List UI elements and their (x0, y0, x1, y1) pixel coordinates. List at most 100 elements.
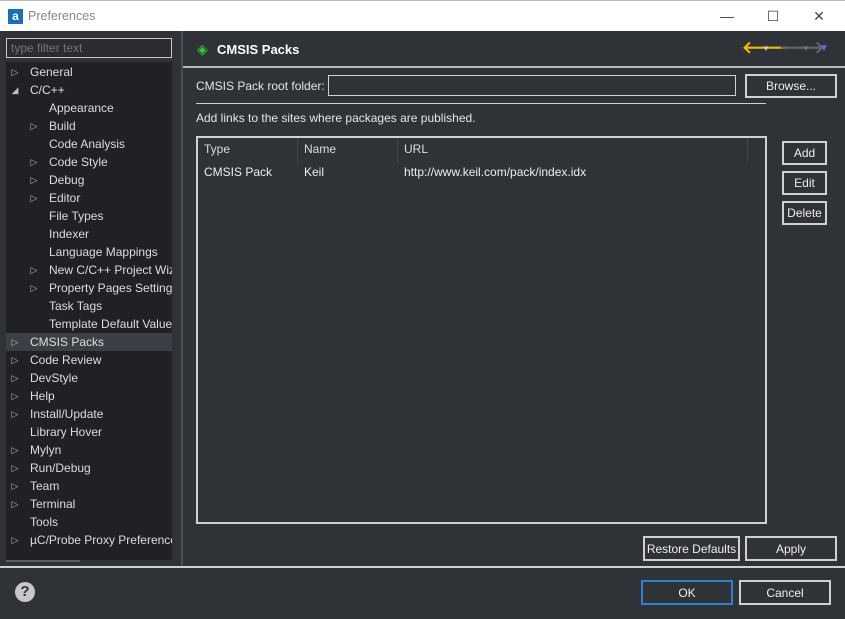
forward-dropdown-icon[interactable]: ▼ (802, 44, 810, 53)
tree-item[interactable]: Language Mappings (6, 243, 172, 261)
filter-input[interactable] (6, 38, 172, 58)
tree-item-label: Team (30, 479, 60, 493)
browse-button[interactable]: Browse... (745, 74, 837, 98)
tree-item[interactable]: ▷ Property Pages Settings (6, 279, 172, 297)
tree-item[interactable]: ▷ Team (6, 477, 172, 495)
tree-item-label: Property Pages Settings (49, 281, 172, 295)
tree-item[interactable]: File Types (6, 207, 172, 225)
tree-item-label: File Types (49, 209, 104, 223)
splitter[interactable] (181, 31, 183, 566)
tree-item-label: CMSIS Packs (30, 335, 105, 349)
app-icon: a (8, 9, 23, 24)
tree-item[interactable]: ▷ DevStyle (6, 369, 172, 387)
cmsis-pack-icon: ◈ (197, 41, 208, 57)
tree-item[interactable]: ▷ µC/Probe Proxy Preferences (6, 531, 172, 549)
collapsed-arrow-icon[interactable]: ▷ (10, 441, 20, 459)
cell-url: http://www.keil.com/pack/index.idx (404, 165, 587, 179)
preference-tree: ▷ General ◢ C/C++ Appearance ▷ Build Code Analy… (6, 62, 172, 560)
tree-item[interactable]: ▷ Run/Debug (6, 459, 172, 477)
collapsed-arrow-icon[interactable]: ▷ (10, 495, 20, 513)
maximize-button[interactable]: ☐ (750, 5, 796, 29)
tree-item-label: Code Style (49, 155, 108, 169)
collapsed-arrow-icon[interactable]: ▷ (10, 333, 20, 351)
collapsed-arrow-icon[interactable]: ▷ (29, 261, 39, 279)
tree-item-label: Mylyn (30, 443, 62, 457)
close-button[interactable]: ✕ (796, 5, 842, 29)
tree-item[interactable]: ▷ Mylyn (6, 441, 172, 459)
tree-item-label: Indexer (49, 227, 90, 241)
tree-item[interactable]: ▷ General (6, 63, 172, 81)
tree-item[interactable]: ▷ Terminal (6, 495, 172, 513)
ok-button[interactable]: OK (641, 580, 733, 605)
tree-item[interactable]: Code Analysis (6, 135, 172, 153)
back-dropdown-icon[interactable]: ▼ (762, 44, 770, 53)
tree-item[interactable]: ▷ Debug (6, 171, 172, 189)
header-divider (183, 66, 845, 68)
cell-name: Keil (304, 165, 325, 179)
collapsed-arrow-icon[interactable]: ▷ (10, 387, 20, 405)
column-header-name[interactable]: Name (298, 138, 398, 162)
delete-button[interactable]: Delete (782, 201, 827, 225)
collapsed-arrow-icon[interactable]: ▷ (10, 63, 20, 81)
tree-item-label: Library Hover (30, 425, 103, 439)
tree-item[interactable]: Library Hover (6, 423, 172, 441)
tree-item-label: Code Review (30, 353, 102, 367)
tree-item-label: Terminal (30, 497, 76, 511)
root-folder-input[interactable] (328, 75, 736, 96)
tree-item[interactable]: Tools (6, 513, 172, 531)
collapsed-arrow-icon[interactable]: ▷ (29, 171, 39, 189)
tree-item[interactable]: ◢ C/C++ (6, 81, 172, 99)
tree-item-label: Debug (49, 173, 85, 187)
cell-type: CMSIS Pack (204, 165, 273, 179)
tree-item[interactable]: Indexer (6, 225, 172, 243)
tree-item-label: Install/Update (30, 407, 104, 421)
collapsed-arrow-icon[interactable]: ▷ (10, 459, 20, 477)
tree-item-label: General (30, 65, 73, 79)
add-button[interactable]: Add (782, 141, 827, 165)
tree-item-label: Appearance (49, 101, 114, 115)
tree-item-label: DevStyle (30, 371, 79, 385)
minimize-button[interactable]: — (704, 5, 750, 29)
window-title: Preferences (28, 9, 96, 23)
collapsed-arrow-icon[interactable]: ▷ (10, 531, 20, 549)
tree-item[interactable]: ▷ CMSIS Packs (6, 333, 172, 351)
tree-item[interactable]: ▷ Install/Update (6, 405, 172, 423)
restore-defaults-button[interactable]: Restore Defaults (643, 536, 740, 561)
tree-item-label: Language Mappings (49, 245, 158, 259)
tree-item[interactable]: ▷ Editor (6, 189, 172, 207)
collapsed-arrow-icon[interactable]: ▷ (10, 369, 20, 387)
tree-item[interactable]: ▷ Help (6, 387, 172, 405)
tree-item[interactable]: ▷ Build (6, 117, 172, 135)
tree-item[interactable]: ▷ Code Review (6, 351, 172, 369)
collapsed-arrow-icon[interactable]: ▷ (29, 279, 39, 297)
tree-item-label: Tools (30, 515, 59, 529)
tree-scrollbar[interactable] (6, 560, 80, 562)
collapsed-arrow-icon[interactable]: ▷ (29, 189, 39, 207)
column-header-type[interactable]: Type (198, 138, 298, 162)
sites-table[interactable]: Type Name URL CMSIS Pack Keil http://www… (196, 136, 767, 524)
tree-item-label: Help (30, 389, 55, 403)
title-bar: a Preferences — ☐ ✕ (0, 0, 845, 31)
expanded-arrow-icon[interactable]: ◢ (10, 81, 20, 99)
cancel-button[interactable]: Cancel (739, 580, 831, 605)
edit-button[interactable]: Edit (782, 171, 827, 195)
tree-item-label: Template Default Values (49, 317, 172, 331)
root-folder-label: CMSIS Pack root folder: (196, 79, 325, 93)
apply-button[interactable]: Apply (745, 536, 837, 561)
tree-item-label: C/C++ (30, 83, 65, 97)
view-menu-icon[interactable]: ▼ (819, 43, 829, 54)
tree-item[interactable]: ▷ New C/C++ Project Wizard (6, 261, 172, 279)
collapsed-arrow-icon[interactable]: ▷ (10, 351, 20, 369)
tree-item[interactable]: Appearance (6, 99, 172, 117)
separator (196, 103, 766, 104)
collapsed-arrow-icon[interactable]: ▷ (29, 117, 39, 135)
tree-item-label: Editor (49, 191, 81, 205)
collapsed-arrow-icon[interactable]: ▷ (10, 477, 20, 495)
collapsed-arrow-icon[interactable]: ▷ (10, 405, 20, 423)
tree-item[interactable]: Template Default Values (6, 315, 172, 333)
tree-item[interactable]: Task Tags (6, 297, 172, 315)
collapsed-arrow-icon[interactable]: ▷ (29, 153, 39, 171)
help-icon[interactable]: ? (15, 582, 35, 602)
tree-item[interactable]: ▷ Code Style (6, 153, 172, 171)
column-header-url[interactable]: URL (398, 138, 748, 162)
